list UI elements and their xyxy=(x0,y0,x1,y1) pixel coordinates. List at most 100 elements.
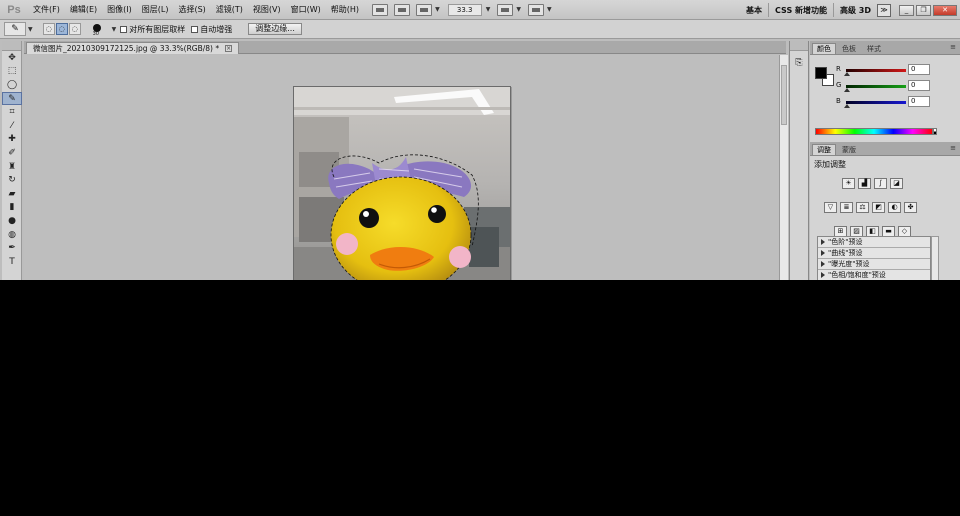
history-brush-tool-icon[interactable]: ↻ xyxy=(2,173,22,187)
green-knob[interactable] xyxy=(844,88,850,92)
marquee-tool-icon[interactable]: ⬚ xyxy=(2,65,22,79)
photo-filter-icon[interactable]: ◐ xyxy=(888,202,901,213)
tool-preset-picker[interactable]: ✎ xyxy=(4,22,26,36)
view-extras-icon[interactable] xyxy=(416,3,433,16)
green-track[interactable] xyxy=(846,85,906,88)
presets-scrollbar[interactable] xyxy=(931,236,939,280)
document-tab[interactable]: 微信图片_20210309172125.jpg @ 33.3%(RGB/8) *… xyxy=(26,42,240,54)
bridge-icon[interactable] xyxy=(372,3,389,16)
close-button[interactable]: ✕ xyxy=(933,4,957,16)
menu-select[interactable]: 选择(S) xyxy=(173,4,210,15)
minimize-button[interactable]: _ xyxy=(899,4,914,16)
preset-hue-saturation[interactable]: "色相/饱和度"预设 xyxy=(818,270,930,280)
blue-slider[interactable]: B 0 xyxy=(836,96,956,109)
levels-icon[interactable]: ▟ xyxy=(858,178,871,189)
disclosure-triangle-icon[interactable] xyxy=(821,239,825,245)
tab-swatches[interactable]: 色板 xyxy=(837,43,861,54)
preset-levels[interactable]: "色阶"预设 xyxy=(818,237,930,248)
subtract-from-selection-icon[interactable]: ◌ xyxy=(68,23,81,35)
tab-adjustments[interactable]: 调整 xyxy=(812,144,836,155)
blue-track[interactable] xyxy=(846,101,906,104)
tab-styles[interactable]: 样式 xyxy=(862,43,886,54)
curves-icon[interactable]: ∫ xyxy=(874,178,887,189)
panel-strip-grip[interactable] xyxy=(790,41,808,51)
scrollbar-thumb[interactable] xyxy=(781,65,787,125)
menu-filter[interactable]: 滤镜(T) xyxy=(211,4,248,15)
healing-brush-tool-icon[interactable]: ✚ xyxy=(2,133,22,147)
menu-edit[interactable]: 编辑(E) xyxy=(65,4,102,15)
chevron-down-icon[interactable]: ▼ xyxy=(547,6,552,13)
tab-masks[interactable]: 蒙版 xyxy=(837,144,861,155)
exposure-icon[interactable]: ◪ xyxy=(890,178,903,189)
pen-tool-icon[interactable]: ✒ xyxy=(2,241,22,255)
menu-help[interactable]: 帮助(H) xyxy=(326,4,364,15)
refine-edge-button[interactable]: 调整边缘... xyxy=(248,23,302,35)
auto-enhance-checkbox[interactable]: 自动增强 xyxy=(191,24,232,35)
lasso-tool-icon[interactable]: ◯ xyxy=(2,78,22,92)
red-knob[interactable] xyxy=(844,72,850,76)
blur-tool-icon[interactable]: ● xyxy=(2,214,22,228)
close-icon[interactable]: × xyxy=(225,45,233,52)
vibrance-icon[interactable]: ▽ xyxy=(824,202,837,213)
clone-stamp-tool-icon[interactable]: ♜ xyxy=(2,160,22,174)
add-to-selection-icon[interactable]: ◌ xyxy=(55,23,68,35)
hue-saturation-icon[interactable]: ≣ xyxy=(840,202,853,213)
quick-selection-tool-icon[interactable]: ✎ xyxy=(2,91,22,106)
foreground-color-swatch[interactable] xyxy=(815,67,827,79)
green-slider[interactable]: G 0 xyxy=(836,80,956,93)
screen-mode-icon[interactable] xyxy=(527,3,544,16)
preset-exposure[interactable]: "曝光度"预设 xyxy=(818,259,930,270)
toolbox-grip[interactable] xyxy=(2,41,21,51)
green-value-input[interactable]: 0 xyxy=(908,80,930,91)
type-tool-icon[interactable]: T xyxy=(2,255,22,269)
workspace-css[interactable]: CSS 新增功能 xyxy=(769,5,833,16)
black-white-icon[interactable]: ◩ xyxy=(872,202,885,213)
sample-all-layers-checkbox[interactable]: 对所有图层取样 xyxy=(120,24,185,35)
vertical-scrollbar[interactable] xyxy=(779,55,788,280)
color-spectrum[interactable] xyxy=(815,128,933,135)
red-slider[interactable]: R 0 xyxy=(836,64,956,77)
blue-knob[interactable] xyxy=(844,104,850,108)
new-selection-icon[interactable]: ◌ xyxy=(42,23,55,35)
chevron-down-icon[interactable]: ▼ xyxy=(112,26,117,33)
restore-button[interactable]: ❐ xyxy=(916,4,931,16)
brush-tool-icon[interactable]: ✐ xyxy=(2,146,22,160)
mini-bridge-icon[interactable] xyxy=(394,3,411,16)
dodge-tool-icon[interactable]: ◍ xyxy=(2,228,22,242)
disclosure-triangle-icon[interactable] xyxy=(821,250,825,256)
workspace-essentials[interactable]: 基本 xyxy=(740,5,768,16)
disclosure-triangle-icon[interactable] xyxy=(821,261,825,267)
menu-layer[interactable]: 图层(L) xyxy=(137,4,174,15)
menu-window[interactable]: 窗口(W) xyxy=(286,4,326,15)
crop-tool-icon[interactable]: ⌗ xyxy=(2,105,22,119)
chevron-down-icon[interactable]: ▼ xyxy=(486,6,491,13)
brightness-contrast-icon[interactable]: ☀ xyxy=(842,178,855,189)
red-track[interactable] xyxy=(846,69,906,72)
panel-menu-icon[interactable]: ≡ xyxy=(950,43,956,51)
move-tool-icon[interactable]: ✥ xyxy=(2,51,22,65)
canvas-area[interactable] xyxy=(24,55,779,280)
black-white-ramp[interactable] xyxy=(933,128,937,135)
gradient-tool-icon[interactable]: ▮ xyxy=(2,201,22,215)
arrange-documents-icon[interactable] xyxy=(497,3,514,16)
red-value-input[interactable]: 0 xyxy=(908,64,930,75)
menu-file[interactable]: 文件(F) xyxy=(28,4,65,15)
panel-menu-icon[interactable]: ≡ xyxy=(950,144,956,152)
menu-view[interactable]: 视图(V) xyxy=(248,4,286,15)
disclosure-triangle-icon[interactable] xyxy=(821,272,825,278)
document-image[interactable] xyxy=(293,86,511,280)
workspace-3d[interactable]: 高级 3D xyxy=(834,5,877,16)
eyedropper-tool-icon[interactable]: ⁄ xyxy=(2,119,22,133)
chevron-down-icon[interactable]: ▼ xyxy=(435,6,440,13)
blue-value-input[interactable]: 0 xyxy=(908,96,930,107)
chevron-down-icon[interactable]: ▼ xyxy=(516,6,521,13)
expand-workspaces-icon[interactable]: ≫ xyxy=(877,3,891,17)
channel-mixer-icon[interactable]: ✤ xyxy=(904,202,917,213)
color-balance-icon[interactable]: ⚖ xyxy=(856,202,869,213)
chevron-down-icon[interactable]: ▼ xyxy=(28,26,33,33)
tab-color[interactable]: 颜色 xyxy=(812,43,836,54)
preset-curves[interactable]: "曲线"预设 xyxy=(818,248,930,259)
zoom-level[interactable]: 33.3 xyxy=(447,3,482,16)
menu-image[interactable]: 图像(I) xyxy=(102,4,137,15)
eraser-tool-icon[interactable]: ▰ xyxy=(2,187,22,201)
